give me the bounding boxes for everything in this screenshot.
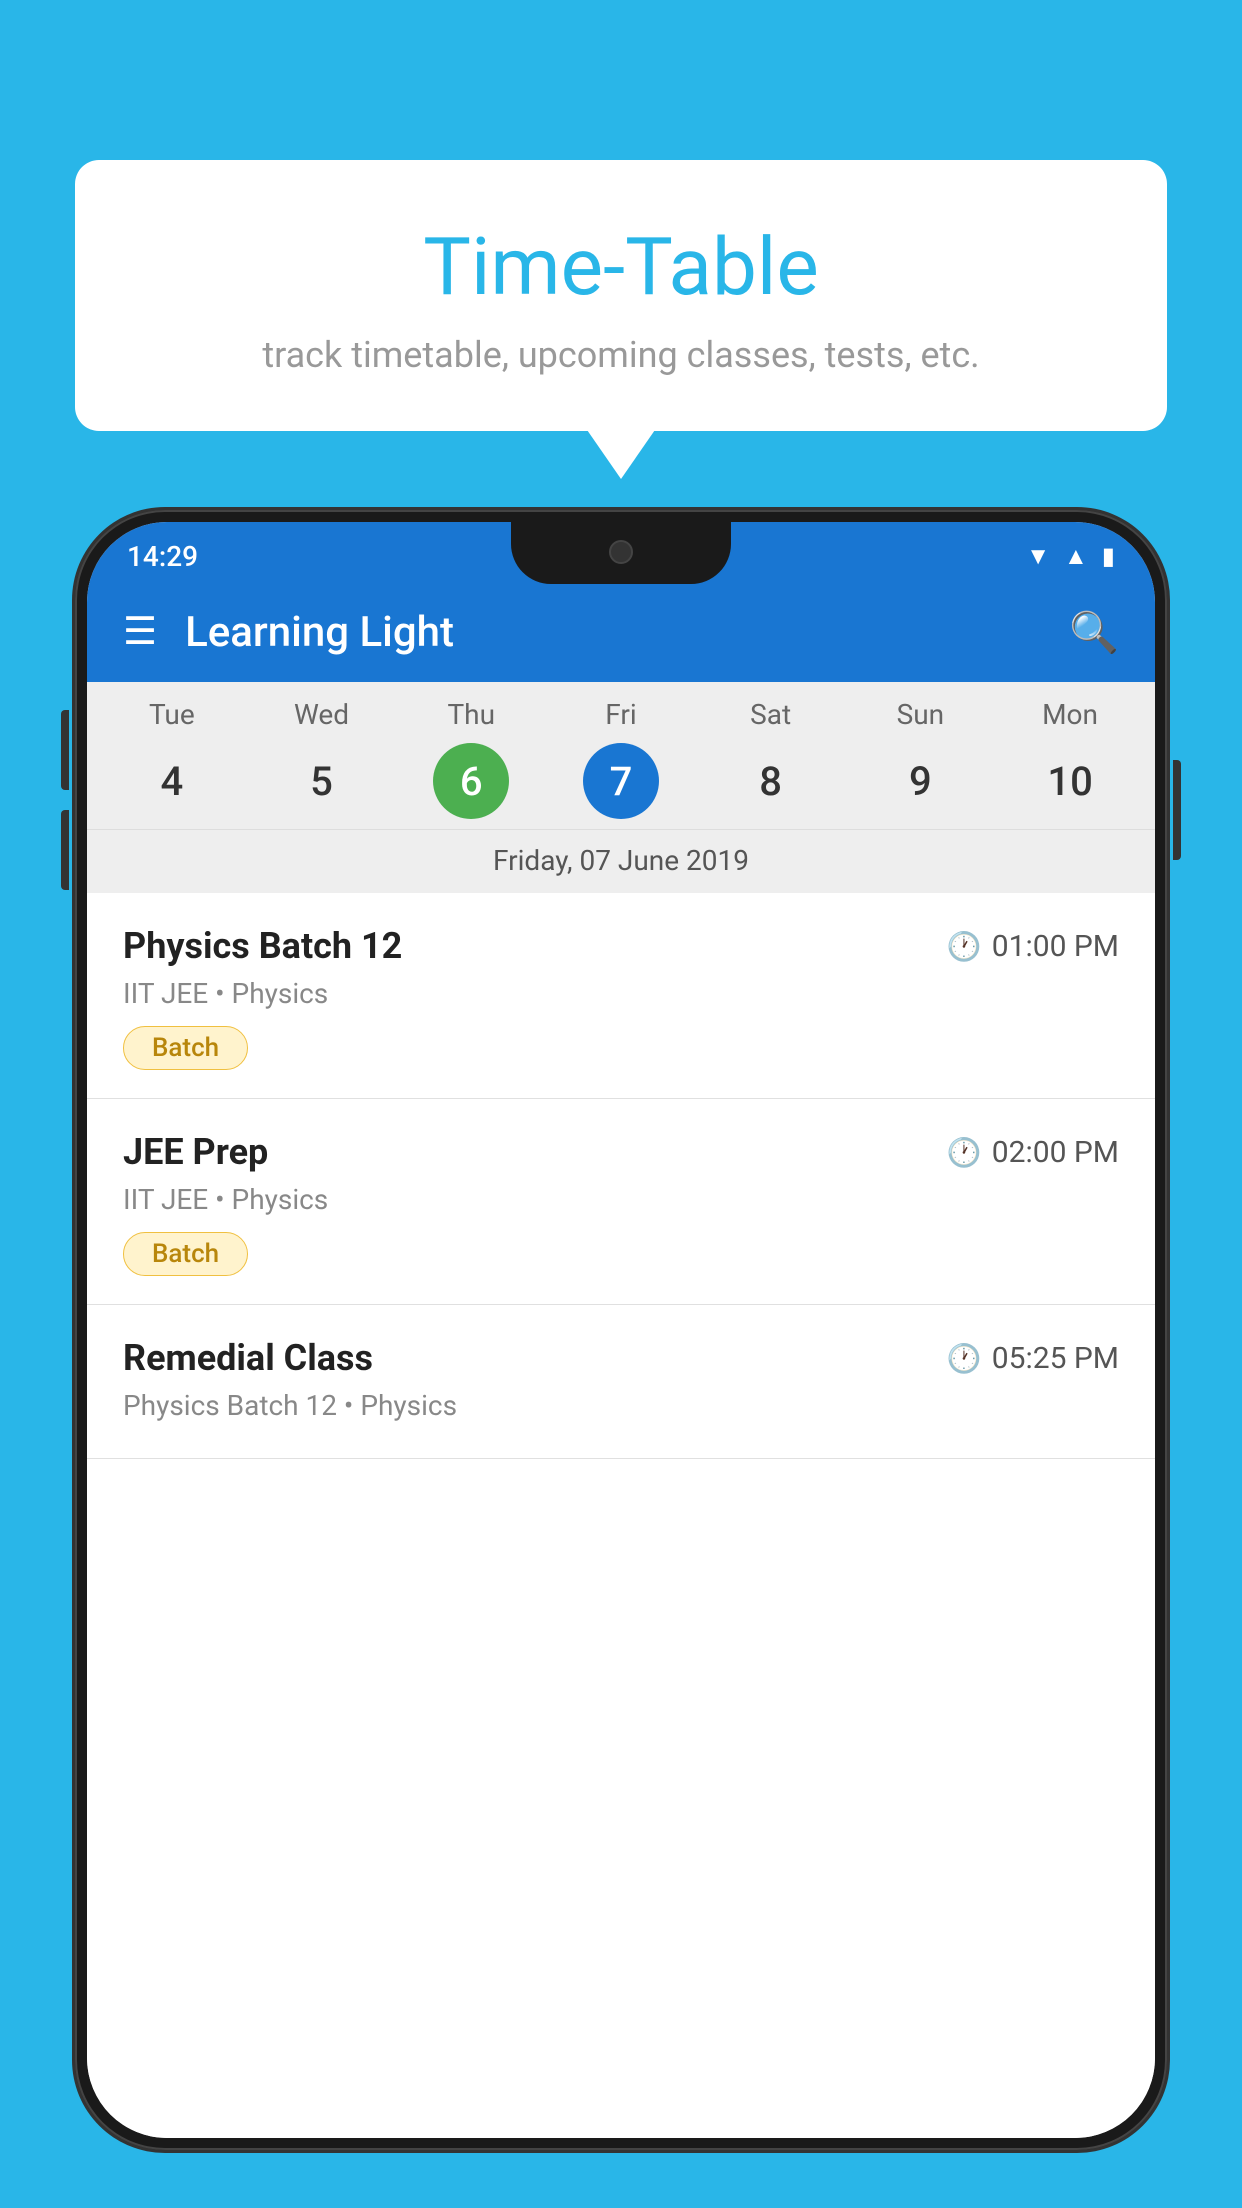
batch-tag: Batch <box>123 1232 248 1276</box>
volume-up-button[interactable] <box>61 710 69 790</box>
day-name: Thu <box>447 698 495 731</box>
schedule-item-header: Remedial Class 🕐 05:25 PM <box>123 1337 1119 1379</box>
schedule-item-sub: IIT JEE • Physics <box>123 977 1119 1010</box>
app-bar: ☰ Learning Light 🔍 <box>87 582 1155 682</box>
menu-icon[interactable]: ☰ <box>123 613 157 651</box>
tooltip-card: Time-Table track timetable, upcoming cla… <box>75 160 1167 431</box>
day-name: Sun <box>897 698 945 731</box>
status-time: 14:29 <box>127 540 198 573</box>
camera <box>609 540 633 564</box>
wifi-icon: ▼ <box>1026 542 1050 571</box>
phone-wrapper: 14:29 ▼ ▲ ▮ ☰ Learning Light 🔍 Tue4Wed5T… <box>75 510 1167 2208</box>
day-col-sat[interactable]: Sat 8 <box>706 698 836 819</box>
day-col-thu[interactable]: Thu 6 <box>406 698 536 819</box>
day-name: Fri <box>605 698 636 731</box>
schedule-item-header: Physics Batch 12 🕐 01:00 PM <box>123 925 1119 967</box>
day-col-sun[interactable]: Sun 9 <box>855 698 985 819</box>
day-col-mon[interactable]: Mon 10 <box>1005 698 1135 819</box>
calendar-date-label: Friday, 07 June 2019 <box>87 829 1155 893</box>
day-number[interactable]: 7 <box>583 743 659 819</box>
phone-screen: 14:29 ▼ ▲ ▮ ☰ Learning Light 🔍 Tue4Wed5T… <box>87 522 1155 2138</box>
day-col-fri[interactable]: Fri 7 <box>556 698 686 819</box>
phone-outer: 14:29 ▼ ▲ ▮ ☰ Learning Light 🔍 Tue4Wed5T… <box>75 510 1167 2150</box>
app-title: Learning Light <box>185 608 1069 657</box>
days-row: Tue 4 Wed 5 Thu 6 Fri 7 Sat 8 Sun 9 Mon 10 <box>87 698 1155 819</box>
clock-icon: 🕐 <box>947 930 982 963</box>
day-name: Sat <box>750 698 791 731</box>
day-name: Tue <box>149 698 195 731</box>
day-number[interactable]: 6 <box>433 743 509 819</box>
clock-icon: 🕐 <box>947 1342 982 1375</box>
schedule-item-time: 🕐 05:25 PM <box>947 1341 1119 1376</box>
day-number[interactable]: 8 <box>733 743 809 819</box>
batch-tag: Batch <box>123 1026 248 1070</box>
schedule-item[interactable]: JEE Prep 🕐 02:00 PM IIT JEE • Physics Ba… <box>87 1099 1155 1305</box>
schedule-item-sub: IIT JEE • Physics <box>123 1183 1119 1216</box>
day-name: Wed <box>294 698 349 731</box>
schedule-item-title: Physics Batch 12 <box>123 925 402 967</box>
day-number[interactable]: 4 <box>134 743 210 819</box>
signal-icon: ▲ <box>1064 542 1088 571</box>
schedule-item-title: JEE Prep <box>123 1131 268 1173</box>
power-button[interactable] <box>1173 760 1181 860</box>
day-col-wed[interactable]: Wed 5 <box>257 698 387 819</box>
schedule-item[interactable]: Physics Batch 12 🕐 01:00 PM IIT JEE • Ph… <box>87 893 1155 1099</box>
calendar-strip: Tue 4 Wed 5 Thu 6 Fri 7 Sat 8 Sun 9 Mon 10 Friday, 07… <box>87 682 1155 893</box>
schedule-item-time: 🕐 01:00 PM <box>947 929 1119 964</box>
day-number[interactable]: 5 <box>284 743 360 819</box>
day-col-tue[interactable]: Tue 4 <box>107 698 237 819</box>
battery-icon: ▮ <box>1102 542 1115 570</box>
search-icon[interactable]: 🔍 <box>1069 609 1119 656</box>
tooltip-subtitle: track timetable, upcoming classes, tests… <box>125 334 1117 376</box>
schedule-item[interactable]: Remedial Class 🕐 05:25 PM Physics Batch … <box>87 1305 1155 1459</box>
clock-icon: 🕐 <box>947 1136 982 1169</box>
schedule-list: Physics Batch 12 🕐 01:00 PM IIT JEE • Ph… <box>87 893 1155 2138</box>
day-number[interactable]: 10 <box>1032 743 1108 819</box>
status-icons: ▼ ▲ ▮ <box>1026 542 1115 571</box>
tooltip-title: Time-Table <box>125 220 1117 314</box>
volume-down-button[interactable] <box>61 810 69 890</box>
schedule-item-header: JEE Prep 🕐 02:00 PM <box>123 1131 1119 1173</box>
day-name: Mon <box>1042 698 1098 731</box>
phone-notch <box>511 522 731 584</box>
schedule-item-title: Remedial Class <box>123 1337 373 1379</box>
schedule-item-sub: Physics Batch 12 • Physics <box>123 1389 1119 1422</box>
schedule-item-time: 🕐 02:00 PM <box>947 1135 1119 1170</box>
day-number[interactable]: 9 <box>882 743 958 819</box>
